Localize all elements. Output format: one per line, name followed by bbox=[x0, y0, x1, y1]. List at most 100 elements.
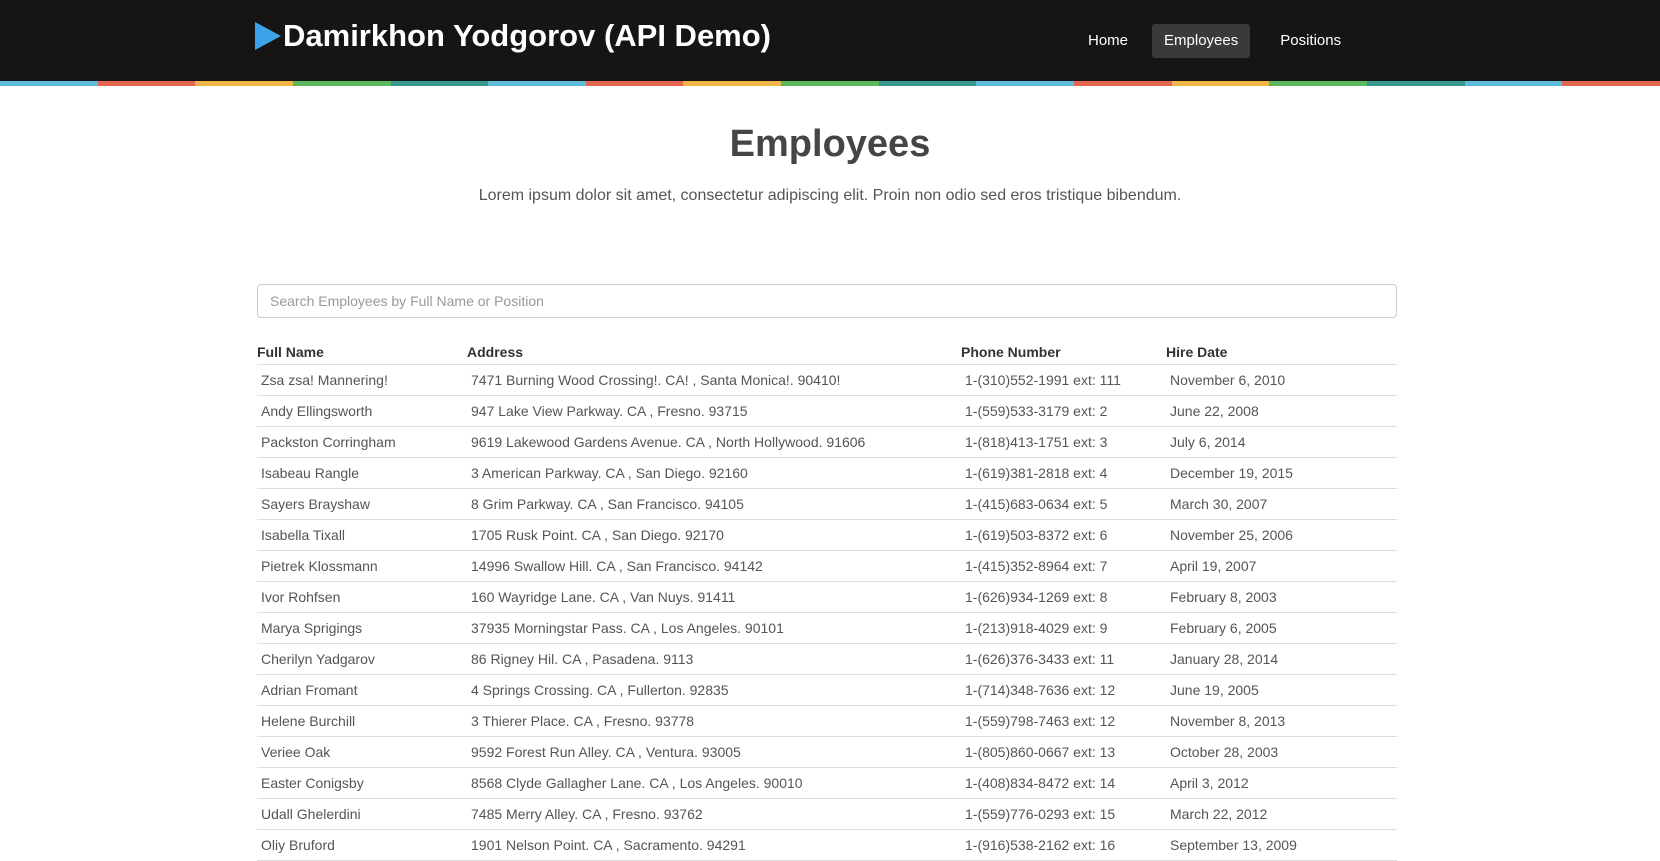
cell-phone: 1-(619)381-2818 ext: 4 bbox=[961, 457, 1166, 489]
cell-hire-date: June 22, 2008 bbox=[1166, 395, 1397, 427]
table-row[interactable]: Andy Ellingsworth 947 Lake View Parkway. … bbox=[257, 395, 1397, 427]
cell-address: 8 Grim Parkway. CA , San Francisco. 9410… bbox=[467, 488, 961, 520]
cell-phone: 1-(805)860-0667 ext: 13 bbox=[961, 736, 1166, 768]
table-row[interactable]: Cherilyn Yadgarov 86 Rigney Hil. CA , Pas… bbox=[257, 643, 1397, 675]
cell-full-name: Isabeau Rangle bbox=[257, 457, 467, 489]
cell-full-name: Pietrek Klossmann bbox=[257, 550, 467, 582]
cell-phone: 1-(213)918-4029 ext: 9 bbox=[961, 612, 1166, 644]
employees-table: Full Name Address Phone Number Hire Date… bbox=[257, 344, 1397, 861]
table-row[interactable]: Ivor Rohfsen 160 Wayridge Lane. CA , Van … bbox=[257, 581, 1397, 613]
cell-hire-date: April 3, 2012 bbox=[1166, 767, 1397, 799]
color-stripe bbox=[0, 81, 1660, 86]
table-row[interactable]: Oliy Bruford 1901 Nelson Point. CA , Sacr… bbox=[257, 829, 1397, 861]
main-nav: Home Employees Positions bbox=[1076, 24, 1353, 58]
table-body: Zsa zsa! Mannering! 7471 Burning Wood Cro… bbox=[257, 364, 1397, 861]
cell-address: 7485 Merry Alley. CA , Fresno. 93762 bbox=[467, 798, 961, 830]
brand-title: Damirkhon Yodgorov (API Demo) bbox=[283, 18, 772, 53]
nav-positions[interactable]: Positions bbox=[1268, 24, 1353, 58]
cell-hire-date: March 22, 2012 bbox=[1166, 798, 1397, 830]
cell-address: 3 American Parkway. CA , San Diego. 9216… bbox=[467, 457, 961, 489]
table-row[interactable]: Veriee Oak 9592 Forest Run Alley. CA , Ve… bbox=[257, 736, 1397, 768]
cell-phone: 1-(626)376-3433 ext: 11 bbox=[961, 643, 1166, 675]
table-row[interactable]: Pietrek Klossmann 14996 Swallow Hill. CA … bbox=[257, 550, 1397, 582]
cell-hire-date: December 19, 2015 bbox=[1166, 457, 1397, 489]
search-input[interactable] bbox=[257, 284, 1397, 318]
table-header-row: Full Name Address Phone Number Hire Date bbox=[257, 344, 1397, 365]
cell-hire-date: November 6, 2010 bbox=[1166, 364, 1397, 396]
cell-hire-date: July 6, 2014 bbox=[1166, 426, 1397, 458]
cell-address: 14996 Swallow Hill. CA , San Francisco. … bbox=[467, 550, 961, 582]
cell-full-name: Packston Corringham bbox=[257, 426, 467, 458]
cell-address: 8568 Clyde Gallagher Lane. CA , Los Ange… bbox=[467, 767, 961, 799]
column-header-phone: Phone Number bbox=[961, 344, 1166, 365]
cell-hire-date: October 28, 2003 bbox=[1166, 736, 1397, 768]
cell-phone: 1-(408)834-8472 ext: 14 bbox=[961, 767, 1166, 799]
cell-full-name: Sayers Brayshaw bbox=[257, 488, 467, 520]
column-header-full-name: Full Name bbox=[257, 344, 467, 365]
cell-address: 160 Wayridge Lane. CA , Van Nuys. 91411 bbox=[467, 581, 961, 613]
table-row[interactable]: Zsa zsa! Mannering! 7471 Burning Wood Cro… bbox=[257, 364, 1397, 396]
cell-full-name: Andy Ellingsworth bbox=[257, 395, 467, 427]
cell-phone: 1-(415)683-0634 ext: 5 bbox=[961, 488, 1166, 520]
cell-address: 1705 Rusk Point. CA , San Diego. 92170 bbox=[467, 519, 961, 551]
cell-phone: 1-(310)552-1991 ext: 111 bbox=[961, 364, 1166, 396]
column-header-address: Address bbox=[467, 344, 961, 365]
cell-address: 4 Springs Crossing. CA , Fullerton. 9283… bbox=[467, 674, 961, 706]
employees-section: Full Name Address Phone Number Hire Date… bbox=[257, 284, 1397, 861]
table-row[interactable]: Adrian Fromant 4 Springs Crossing. CA , F… bbox=[257, 674, 1397, 706]
cell-phone: 1-(916)538-2162 ext: 16 bbox=[961, 829, 1166, 861]
cell-phone: 1-(714)348-7636 ext: 12 bbox=[961, 674, 1166, 706]
cell-phone: 1-(559)533-3179 ext: 2 bbox=[961, 395, 1166, 427]
column-header-hire-date: Hire Date bbox=[1166, 344, 1397, 365]
cell-full-name: Veriee Oak bbox=[257, 736, 467, 768]
cell-full-name: Ivor Rohfsen bbox=[257, 581, 467, 613]
cell-full-name: Isabella Tixall bbox=[257, 519, 467, 551]
page-header: Employees Lorem ipsum dolor sit amet, co… bbox=[0, 86, 1660, 206]
cell-full-name: Easter Conigsby bbox=[257, 767, 467, 799]
cell-phone: 1-(626)934-1269 ext: 8 bbox=[961, 581, 1166, 613]
cell-full-name: Zsa zsa! Mannering! bbox=[257, 364, 467, 396]
cell-phone: 1-(559)776-0293 ext: 15 bbox=[961, 798, 1166, 830]
cell-hire-date: April 19, 2007 bbox=[1166, 550, 1397, 582]
nav-home[interactable]: Home bbox=[1076, 24, 1140, 58]
play-triangle-icon bbox=[255, 22, 281, 50]
cell-full-name: Cherilyn Yadgarov bbox=[257, 643, 467, 675]
cell-full-name: Adrian Fromant bbox=[257, 674, 467, 706]
table-row[interactable]: Easter Conigsby 8568 Clyde Gallagher Lane… bbox=[257, 767, 1397, 799]
cell-address: 86 Rigney Hil. CA , Pasadena. 9113 bbox=[467, 643, 961, 675]
cell-hire-date: November 25, 2006 bbox=[1166, 519, 1397, 551]
cell-hire-date: March 30, 2007 bbox=[1166, 488, 1397, 520]
table-row[interactable]: Marya Sprigings 37935 Morningstar Pass. C… bbox=[257, 612, 1397, 644]
cell-address: 3 Thierer Place. CA , Fresno. 93778 bbox=[467, 705, 961, 737]
table-row[interactable]: Packston Corringham 9619 Lakewood Gardens… bbox=[257, 426, 1397, 458]
cell-address: 37935 Morningstar Pass. CA , Los Angeles… bbox=[467, 612, 961, 644]
cell-hire-date: February 6, 2005 bbox=[1166, 612, 1397, 644]
cell-hire-date: June 19, 2005 bbox=[1166, 674, 1397, 706]
cell-address: 1901 Nelson Point. CA , Sacramento. 9429… bbox=[467, 829, 961, 861]
top-navbar: Damirkhon Yodgorov (API Demo) Home Emplo… bbox=[0, 0, 1660, 86]
table-row[interactable]: Helene Burchill 3 Thierer Place. CA , Fre… bbox=[257, 705, 1397, 737]
table-row[interactable]: Isabella Tixall 1705 Rusk Point. CA , San… bbox=[257, 519, 1397, 551]
cell-hire-date: September 13, 2009 bbox=[1166, 829, 1397, 861]
brand-link[interactable]: Damirkhon Yodgorov (API Demo) bbox=[255, 18, 771, 54]
cell-address: 9592 Forest Run Alley. CA , Ventura. 930… bbox=[467, 736, 961, 768]
cell-phone: 1-(619)503-8372 ext: 6 bbox=[961, 519, 1166, 551]
cell-phone: 1-(818)413-1751 ext: 3 bbox=[961, 426, 1166, 458]
cell-full-name: Udall Ghelerdini bbox=[257, 798, 467, 830]
cell-phone: 1-(415)352-8964 ext: 7 bbox=[961, 550, 1166, 582]
cell-address: 947 Lake View Parkway. CA , Fresno. 9371… bbox=[467, 395, 961, 427]
cell-hire-date: November 8, 2013 bbox=[1166, 705, 1397, 737]
page-subtitle: Lorem ipsum dolor sit amet, consectetur … bbox=[478, 187, 1182, 204]
table-row[interactable]: Sayers Brayshaw 8 Grim Parkway. CA , San … bbox=[257, 488, 1397, 520]
cell-hire-date: January 28, 2014 bbox=[1166, 643, 1397, 675]
cell-address: 9619 Lakewood Gardens Avenue. CA , North… bbox=[467, 426, 961, 458]
table-row[interactable]: Isabeau Rangle 3 American Parkway. CA , S… bbox=[257, 457, 1397, 489]
cell-full-name: Helene Burchill bbox=[257, 705, 467, 737]
cell-full-name: Marya Sprigings bbox=[257, 612, 467, 644]
nav-employees[interactable]: Employees bbox=[1152, 24, 1251, 58]
cell-full-name: Oliy Bruford bbox=[257, 829, 467, 861]
page-title: Employees bbox=[729, 123, 931, 165]
cell-address: 7471 Burning Wood Crossing!. CA! , Santa… bbox=[467, 364, 961, 396]
table-row[interactable]: Udall Ghelerdini 7485 Merry Alley. CA , F… bbox=[257, 798, 1397, 830]
cell-phone: 1-(559)798-7463 ext: 12 bbox=[961, 705, 1166, 737]
